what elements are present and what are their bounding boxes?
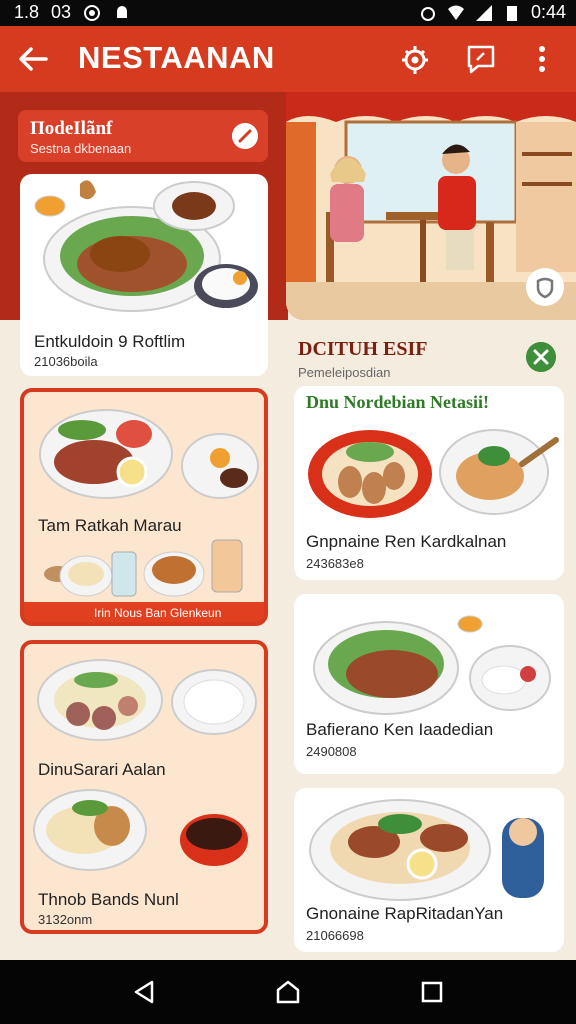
dish-price: 21036boila — [34, 354, 98, 369]
promo-title: ПodeIlãnf — [30, 118, 113, 139]
dish-card-1[interactable]: Entkuldoin 9 Roftlim 21036boila — [20, 174, 268, 376]
promo-banner[interactable]: ПodeIlãnf Sestna dkbenaan — [18, 110, 268, 162]
status-clock: 0:44 — [530, 2, 566, 22]
alarm-icon — [420, 6, 435, 21]
dish-card-3[interactable]: DinuSarari Aalan Thnob Bands Nunl 3132on… — [20, 640, 268, 934]
nav-recents-icon[interactable] — [418, 978, 446, 1006]
status-number: 03 — [51, 2, 72, 22]
battery-icon — [506, 5, 517, 21]
dish-price: 21066698 — [306, 928, 364, 943]
restaurant-illustration — [286, 92, 576, 320]
dish-name: Tam Ratkah Marau — [38, 516, 182, 535]
dish-image — [34, 180, 258, 312]
dish-name: Entkuldoin 9 Roftlim — [34, 332, 186, 351]
dish-name: Gnpnaine Ren Kardkalnan — [306, 532, 507, 551]
section-subtitle: Pemeleiposdian — [298, 365, 391, 380]
section-header: DCITUH ESIF Pemeleiposdian — [298, 338, 427, 380]
nav-home-icon[interactable] — [274, 978, 302, 1006]
dish-image — [308, 429, 559, 518]
app-title: NESTAANAN — [78, 40, 275, 75]
dish-image — [309, 799, 544, 901]
nav-back-icon[interactable] — [130, 978, 158, 1006]
chat-icon[interactable] — [464, 42, 498, 76]
status-time-left: 1.8 — [14, 2, 40, 22]
record-icon — [84, 4, 101, 21]
dish-name: DinuSarari Aalan — [38, 760, 166, 779]
back-arrow-icon[interactable] — [16, 42, 50, 76]
dish-caption: Irin Nous Ban Glenkeun — [94, 606, 222, 620]
dish-name: Gnonaine RapRitadanYan — [306, 904, 504, 923]
dish-price: 3132onm — [38, 912, 93, 927]
dish-name-secondary: Thnob Bands Nunl — [38, 890, 179, 909]
dish-card-2[interactable]: Tam Ratkah Marau Irin Nous Ban Glenkeun — [20, 388, 268, 626]
notification-icon — [117, 5, 128, 18]
status-bar: 1.8 03 0:44 — [0, 0, 576, 26]
dish-image — [24, 392, 264, 602]
settings-icon[interactable] — [398, 42, 432, 76]
navigation-bar — [0, 960, 576, 1024]
close-icon[interactable] — [526, 342, 556, 372]
edit-icon[interactable] — [232, 123, 258, 149]
signal-icon — [475, 4, 492, 21]
wifi-icon — [447, 5, 464, 20]
dish-name: Bafierano Ken Iaadedian — [306, 720, 494, 739]
dish-card-5[interactable]: Bafierano Ken Iaadedian 2490808 — [294, 594, 564, 774]
promo-subtitle: Sestna dkbenaan — [30, 141, 132, 156]
more-vert-icon[interactable] — [528, 42, 556, 76]
dish-card-6[interactable]: Gnonaine RapRitadanYan 21066698 — [294, 788, 564, 952]
content-area: ПodeIlãnf Sestna dkbenaan Entkuldoin 9 R… — [0, 92, 576, 960]
dish-image — [313, 615, 551, 715]
dish-price: 2490808 — [306, 744, 357, 759]
dish-price: 243683e8 — [306, 556, 364, 571]
dish-card-4[interactable]: Dnu Nordebian Netasii! Gnpnaine Ren Kard… — [294, 386, 564, 580]
shield-icon[interactable] — [526, 268, 564, 306]
app-bar: NESTAANAN — [0, 26, 576, 92]
section-title: DCITUH ESIF — [298, 338, 428, 360]
